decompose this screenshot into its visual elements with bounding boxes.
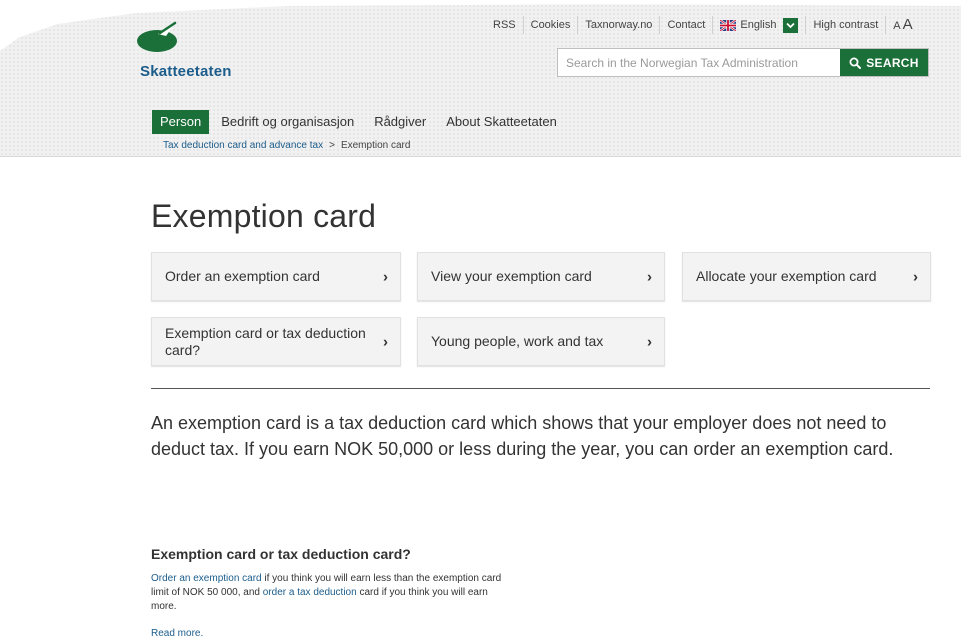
chevron-down-icon [783, 17, 799, 33]
section-heading: Exemption card or tax deduction card? [151, 546, 411, 562]
text-size-controls: AA [886, 16, 919, 35]
search-button[interactable]: SEARCH [840, 49, 928, 76]
language-selector[interactable]: English [713, 16, 807, 34]
order-exemption-link[interactable]: Order an exemption card [151, 573, 262, 584]
text-size-large-button[interactable]: A [903, 16, 913, 33]
taxnorway-link[interactable]: Taxnorway.no [578, 16, 661, 34]
search-input[interactable] [558, 49, 840, 76]
language-label: English [740, 19, 777, 31]
utility-links: RSS Cookies Taxnorway.no Contact English… [486, 14, 920, 36]
card-label: Allocate your exemption card [696, 268, 877, 284]
search-icon [849, 57, 862, 69]
card-allocate-exemption[interactable]: Allocate your exemption card › [682, 252, 931, 301]
breadcrumb-parent-link[interactable]: Tax deduction card and advance tax [163, 140, 323, 151]
chevron-right-icon: › [383, 333, 388, 350]
page-title: Exemption card [151, 198, 377, 234]
logo-text: Skatteetaten [140, 63, 232, 80]
order-deduction-link[interactable]: order a tax deduction [263, 587, 357, 598]
card-young-people[interactable]: Young people, work and tax › [417, 317, 665, 366]
card-view-exemption[interactable]: View your exemption card › [417, 252, 665, 301]
chevron-right-icon: › [647, 333, 652, 350]
chevron-right-icon: › [647, 268, 652, 285]
chevron-right-icon: › [913, 268, 918, 285]
section-text: Order an exemption card if you think you… [151, 572, 516, 614]
cookies-link[interactable]: Cookies [524, 16, 579, 34]
high-contrast-link[interactable]: High contrast [806, 16, 887, 34]
card-label: View your exemption card [431, 268, 592, 284]
breadcrumb: Tax deduction card and advance tax > Exe… [163, 140, 410, 151]
card-label: Exemption card or tax deduction card? [165, 324, 366, 358]
intro-text: An exemption card is a tax deduction car… [151, 413, 894, 459]
skatteetaten-logo-icon [137, 21, 177, 52]
nav-radgiver[interactable]: Rådgiver [366, 110, 434, 134]
nav-bedrift[interactable]: Bedrift og organisasjon [213, 110, 362, 134]
chevron-right-icon: › [383, 268, 388, 285]
main-nav: Person Bedrift og organisasjon Rådgiver … [152, 110, 569, 134]
text-size-small-button[interactable]: A [893, 20, 900, 32]
read-more-link[interactable]: Read more. [151, 628, 203, 639]
breadcrumb-separator: > [329, 140, 335, 151]
search-button-label: SEARCH [866, 55, 919, 70]
divider [151, 388, 930, 389]
breadcrumb-current: Exemption card [340, 140, 411, 151]
uk-flag-icon [720, 19, 737, 31]
page: Skatteetaten RSS Cookies Taxnorway.no Co… [0, 0, 961, 641]
card-exemption-or-deduction[interactable]: Exemption card or tax deduction card? › [151, 317, 401, 366]
nav-about[interactable]: About Skatteetaten [438, 110, 565, 134]
search-bar: SEARCH [557, 48, 929, 77]
contact-link[interactable]: Contact [660, 16, 714, 34]
site-logo[interactable]: Skatteetaten [136, 20, 286, 82]
card-label: Young people, work and tax [431, 333, 604, 349]
card-order-exemption[interactable]: Order an exemption card › [151, 252, 401, 301]
nav-person[interactable]: Person [152, 110, 210, 134]
rss-link[interactable]: RSS [486, 16, 524, 34]
card-label: Order an exemption card [165, 268, 320, 284]
